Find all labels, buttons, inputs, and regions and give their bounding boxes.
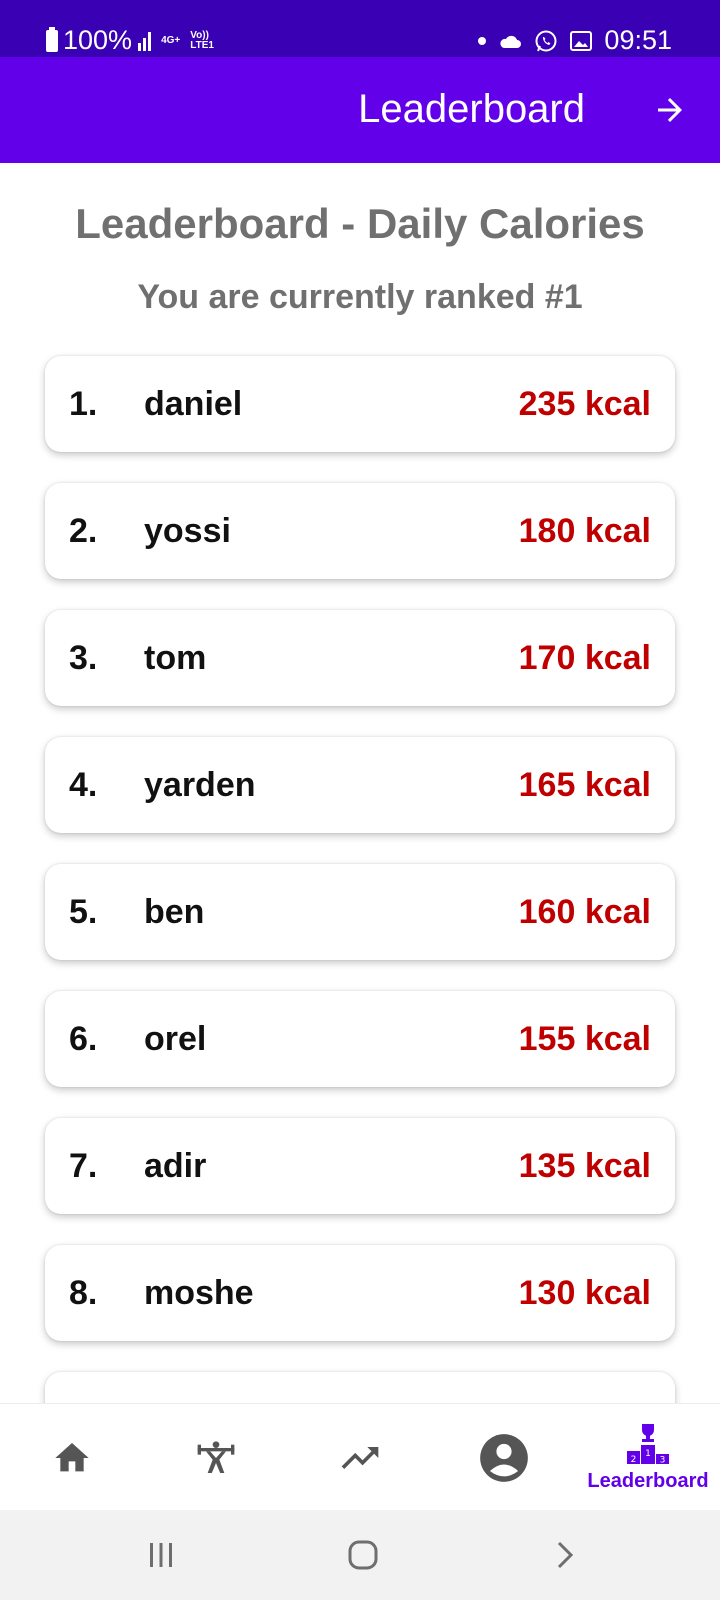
row-calories: 165 kcal [518,766,651,804]
system-navigation-bar [0,1510,720,1600]
nav-home[interactable] [0,1404,144,1511]
leaderboard-list[interactable]: 1. daniel 235 kcal 2. yossi 180 kcal 3. … [0,345,720,1403]
recent-apps-button[interactable] [131,1530,191,1580]
bottom-navigation: 2 1 3 Leaderboard [0,1403,720,1511]
volte-indicator: Vo)) LTE1 [190,29,214,51]
network-type: 4G+ [161,34,181,46]
leaderboard-row[interactable]: 1. daniel 235 kcal [45,356,675,452]
row-rank: 3. [69,639,98,677]
page-title: Leaderboard - Daily Calories [75,200,645,247]
battery-icon [46,26,58,52]
row-rank: 8. [69,1274,98,1312]
row-calories: 235 kcal [518,385,651,423]
whatsapp-icon [535,30,557,51]
clock: 09:51 [604,25,672,55]
status-left: 100% 4G+ Vo)) LTE1 [46,25,214,56]
status-bar: 100% 4G+ Vo)) LTE1 09:51 [0,0,720,57]
row-username: tom [144,639,207,677]
row-username: moshe [144,1274,254,1312]
back-button[interactable] [534,1530,594,1580]
podium-number: 3 [660,1456,666,1466]
leaderboard-row[interactable]: 3. tom 170 kcal [45,610,675,706]
trending-icon [341,1446,379,1469]
cloud-icon [500,35,522,48]
row-calories: 160 kcal [518,893,651,931]
volte-label: Vo)) [190,29,209,41]
row-calories: 155 kcal [518,1020,651,1058]
row-rank: 7. [69,1147,98,1185]
podium-number: 1 [645,1449,651,1459]
row-calories: 170 kcal [518,639,651,677]
nav-leaderboard-label: Leaderboard [587,1470,709,1492]
current-rank-text: You are currently ranked #1 [137,278,583,316]
podium-icon: 2 1 3 [627,1424,669,1466]
app-bar-title: Leaderboard [358,87,585,131]
row-rank: 6. [69,1020,98,1058]
notification-dot-icon [478,36,487,45]
row-rank: 2. [69,512,98,550]
battery-level: 100% [63,25,133,55]
podium-number: 2 [631,1455,637,1465]
row-calories: 180 kcal [518,512,651,550]
row-username: adir [144,1147,207,1185]
row-username: orel [144,1020,207,1058]
leaderboard-row-partial[interactable] [45,1372,675,1403]
arrow-forward-icon[interactable] [652,92,688,128]
nav-leaderboard[interactable]: 2 1 3 Leaderboard [576,1404,720,1511]
nav-progress[interactable] [288,1404,432,1511]
home-icon [55,1442,89,1471]
profile-icon [480,1433,528,1482]
home-button[interactable] [333,1530,393,1580]
lte-label: LTE1 [190,39,214,51]
signal-icon [138,31,152,51]
home-circle-icon [348,1540,378,1570]
gallery-icon [570,30,593,51]
nav-profile[interactable] [432,1404,576,1511]
row-rank: 4. [69,766,98,804]
workout-icon [197,1440,235,1473]
app-bar: Leaderboard [0,57,720,163]
row-username: yossi [144,512,231,550]
leaderboard-row[interactable]: 4. yarden 165 kcal [45,737,675,833]
row-username: ben [144,893,205,931]
row-calories: 135 kcal [518,1147,651,1185]
row-rank: 5. [69,893,98,931]
leaderboard-row[interactable]: 7. adir 135 kcal [45,1118,675,1214]
row-rank: 1. [69,385,98,423]
nav-workout[interactable] [144,1404,288,1511]
status-right: 09:51 [478,25,672,56]
row-username: daniel [144,385,243,423]
leaderboard-row[interactable]: 2. yossi 180 kcal [45,483,675,579]
network-indicator: 4G+ [161,34,181,46]
chevron-right-icon [557,1541,574,1569]
leaderboard-row[interactable]: 6. orel 155 kcal [45,991,675,1087]
row-username: yarden [144,766,256,804]
recent-apps-icon [150,1543,172,1567]
leaderboard-row[interactable]: 5. ben 160 kcal [45,864,675,960]
row-calories: 130 kcal [518,1274,651,1312]
leaderboard-row[interactable]: 8. moshe 130 kcal [45,1245,675,1341]
